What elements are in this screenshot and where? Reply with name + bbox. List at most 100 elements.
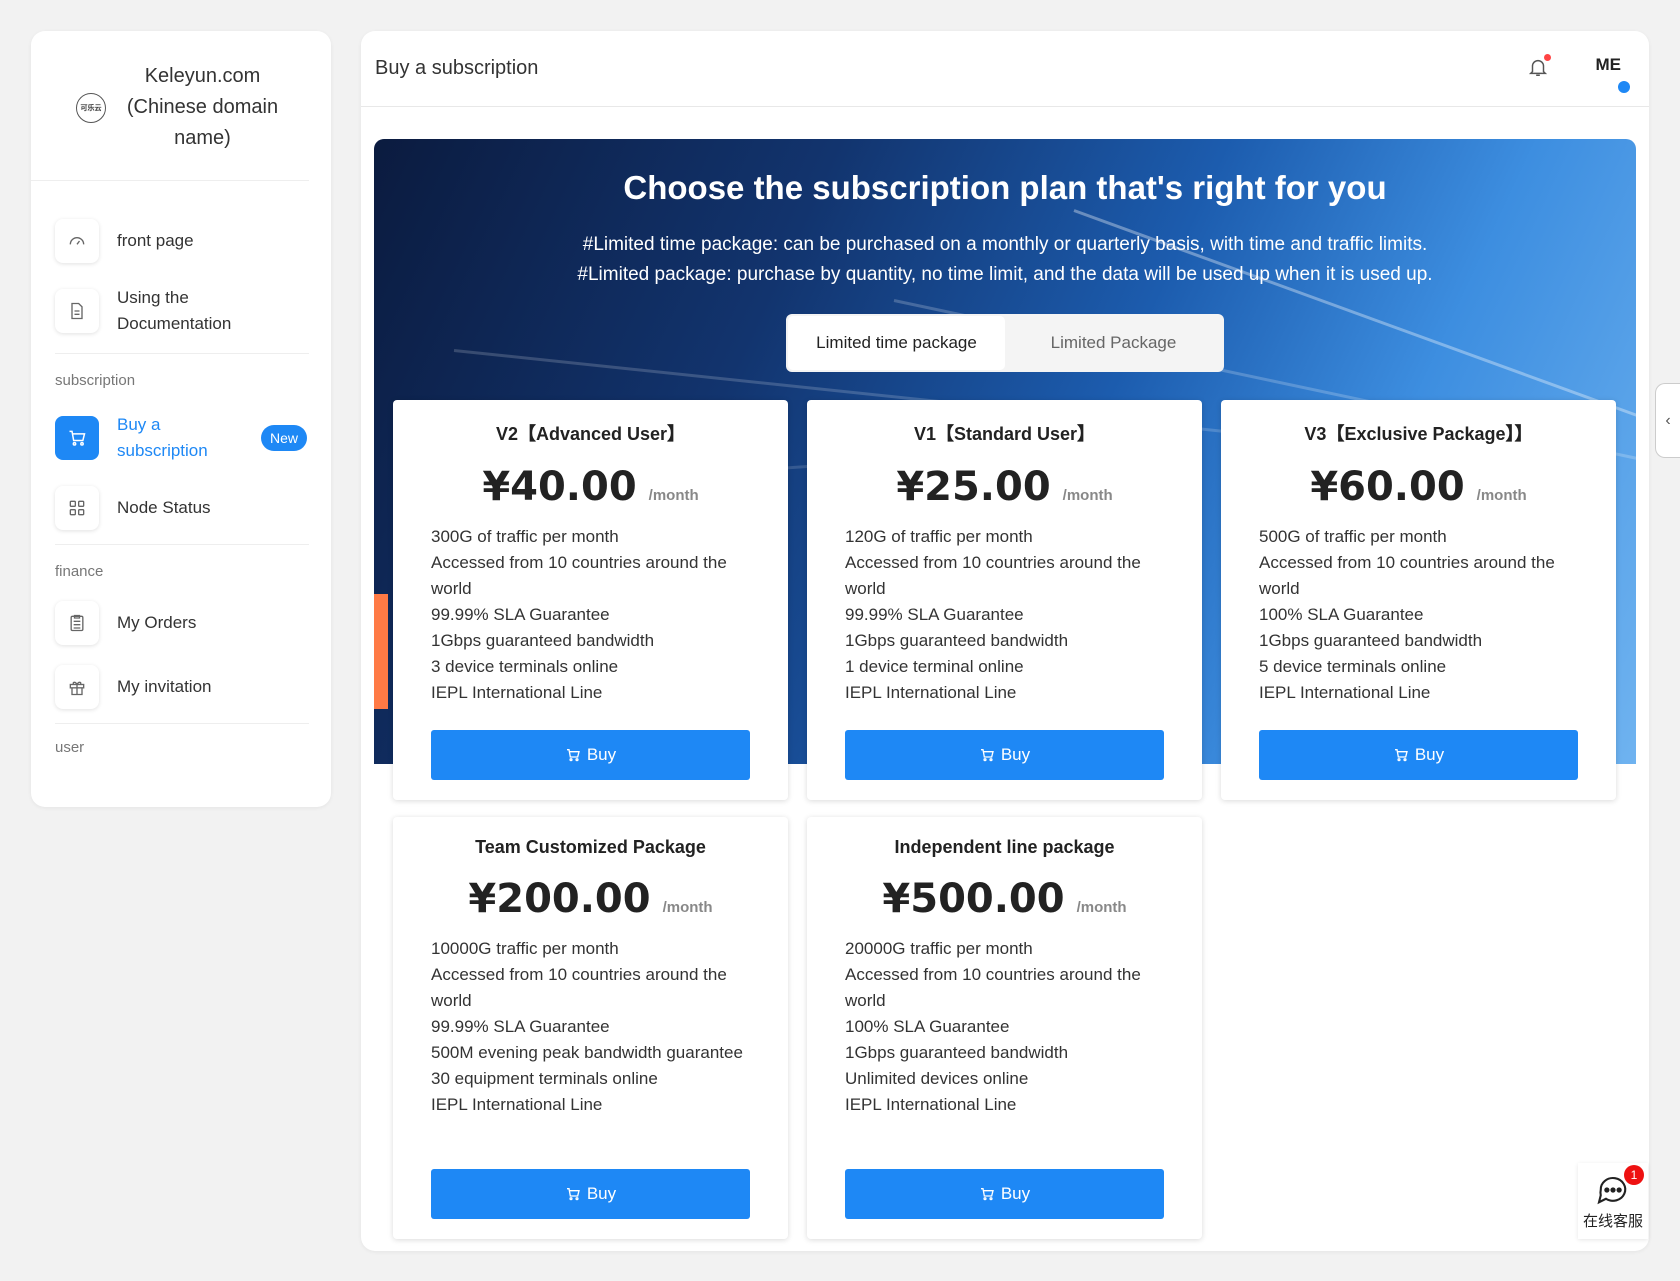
plan-feature: IEPL International Line [431,683,603,702]
plan-feature: 100% SLA Guarantee [845,1017,1010,1036]
plan-feature: 10000G traffic per month [431,939,619,958]
gift-icon [55,665,99,709]
divider [55,723,309,724]
section-label-subscription: subscription [55,371,136,389]
plan-feature: Accessed from 10 countries around the wo… [845,553,1141,598]
plan-card: V2【Advanced User】 ¥40.00/month 300G of t… [393,400,788,800]
cart-icon [566,1188,580,1201]
plan-price: ¥25.00 [896,464,1051,510]
plan-features: 300G of traffic per month Accessed from … [431,524,750,706]
brand-logo: 可乐云 [76,92,106,123]
sidebar-item-label: Buy a subscription [117,415,208,460]
buy-button[interactable]: Buy [431,1169,750,1219]
document-icon [55,289,99,333]
brand[interactable]: 可乐云 Keleyun.com (Chinese domain name) [31,31,309,181]
section-label-finance: finance [55,562,104,580]
buy-button-label: Buy [1000,1184,1031,1203]
plan-period: /month [1062,487,1113,504]
buy-button[interactable]: Buy [845,730,1164,780]
hero-line-2: #Limited package: purchase by quantity, … [577,264,1433,285]
sidebar-item-label: Using the Documentation [117,288,232,333]
plan-feature: 3 device terminals online [431,657,619,676]
plan-feature: Accessed from 10 countries around the wo… [431,965,727,1010]
sidebar-item-buy-subscription[interactable]: Buy a subscription New [31,400,331,476]
buy-button-label: Buy [586,745,617,764]
plan-card: V3【Exclusive Package】】 ¥60.00/month 500G… [1221,400,1616,800]
plan-price: ¥200.00 [468,876,651,922]
buy-button[interactable]: Buy [431,730,750,780]
plan-feature: 500G of traffic per month [1259,527,1447,546]
plan-feature: 1 device terminal online [845,657,1024,676]
plan-period: /month [1076,899,1127,916]
plan-title: Team Customized Package [475,837,706,857]
buy-button-label: Buy [586,1184,617,1203]
plan-title: V2【Advanced User】 [495,424,686,444]
cart-icon [1394,749,1408,762]
new-badge: New [260,425,307,451]
section-label-user: user [55,739,85,756]
plan-feature: 120G of traffic per month [845,527,1033,546]
cart-icon [980,749,994,762]
plan-price: ¥40.00 [482,464,637,510]
sidebar: 可乐云 Keleyun.com (Chinese domain name) fr… [31,31,331,807]
plan-price: ¥500.00 [882,876,1065,922]
main-content: Buy a subscription ME Choose the subscri… [361,31,1649,1251]
buy-button[interactable]: Buy [845,1169,1164,1219]
hero-line-1: #Limited time package: can be purchased … [582,234,1428,255]
plan-feature: 1Gbps guaranteed bandwidth [845,1043,1069,1062]
plan-features: 500G of traffic per month Accessed from … [1259,524,1578,706]
brand-name: Keleyun.com (Chinese domain name) [126,65,279,149]
plan-feature: 30 equipment terminals online [431,1069,658,1088]
plan-period: /month [662,899,713,916]
cart-icon [980,1188,994,1201]
collapse-panel-tab[interactable]: ‹ [1655,383,1680,458]
plan-feature: 1Gbps guaranteed bandwidth [431,631,655,650]
sidebar-item-my-invitation[interactable]: My invitation [31,655,331,719]
sidebar-item-label: Node Status [117,498,211,517]
plan-feature: 5 device terminals online [1259,657,1447,676]
plan-card: Team Customized Package ¥200.00/month 10… [393,817,788,1239]
buy-button[interactable]: Buy [1259,730,1578,780]
banner-accent [374,594,388,709]
sidebar-item-label: My Orders [117,613,197,632]
topbar: Buy a subscription ME [361,31,1649,107]
chevron-left-icon: ‹ [1665,411,1671,429]
plan-card: V1【Standard User】 ¥25.00/month 120G of t… [807,400,1202,800]
plan-feature: 99.99% SLA Guarantee [431,605,610,624]
plan-title: Independent line package [894,837,1115,857]
tab-limited-package[interactable]: Limited Package [1005,316,1222,370]
hero-title: Choose the subscription plan that's righ… [623,169,1387,206]
plan-feature: 300G of traffic per month [431,527,619,546]
sidebar-item-label: My invitation [117,677,212,696]
plan-features: 120G of traffic per month Accessed from … [845,524,1164,706]
online-support-widget[interactable]: 在线客服 1 [1578,1163,1648,1239]
notification-dot [1544,54,1551,61]
avatar[interactable]: ME [1596,55,1622,75]
plan-feature: 1Gbps guaranteed bandwidth [845,631,1069,650]
tab-limited-time-package[interactable]: Limited time package [788,316,1005,370]
plan-title: V1【Standard User】 [913,424,1096,444]
sidebar-item-my-orders[interactable]: My Orders [31,591,331,655]
plan-period: /month [1476,487,1527,504]
sidebar-item-node-status[interactable]: Node Status [31,476,331,540]
sidebar-item-front-page[interactable]: front page [31,209,331,273]
plan-feature: 100% SLA Guarantee [1259,605,1424,624]
plan-feature: Accessed from 10 countries around the wo… [431,553,727,598]
page-title: Buy a subscription [375,57,539,79]
plan-feature: 500M evening peak bandwidth guarantee [431,1043,743,1062]
plan-feature: 99.99% SLA Guarantee [431,1017,610,1036]
plan-feature: Unlimited devices online [845,1069,1029,1088]
plan-feature: IEPL International Line [845,683,1017,702]
plan-period: /month [648,487,699,504]
plan-features: 10000G traffic per month Accessed from 1… [431,936,750,1118]
buy-button-label: Buy [1414,745,1445,764]
plan-features: 20000G traffic per month Accessed from 1… [845,936,1164,1118]
plan-feature: 99.99% SLA Guarantee [845,605,1024,624]
package-type-tabs: Limited time package Limited Package [786,314,1224,372]
cart-icon [566,749,580,762]
grid-icon [55,486,99,530]
support-label: 在线客服 [1582,1212,1643,1230]
plan-feature: Accessed from 10 countries around the wo… [1259,553,1555,598]
cart-icon [55,416,99,460]
sidebar-item-documentation[interactable]: Using the Documentation [31,273,331,349]
